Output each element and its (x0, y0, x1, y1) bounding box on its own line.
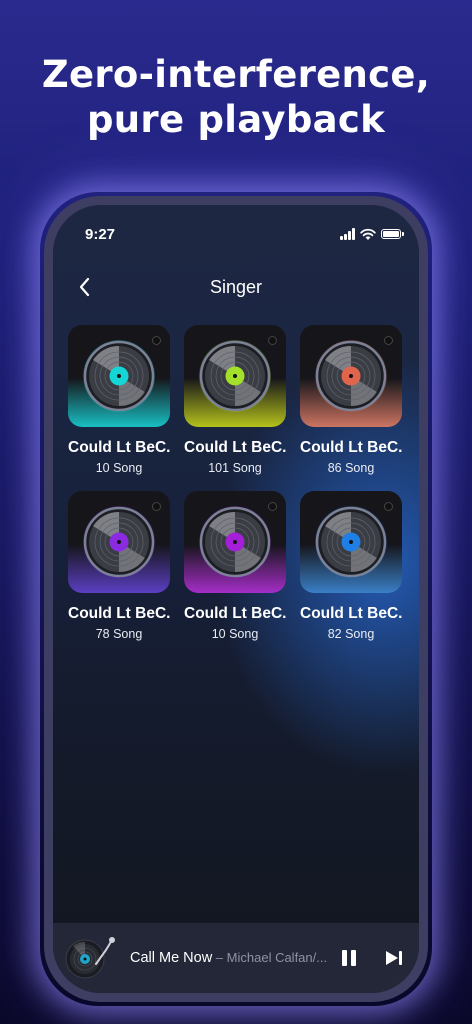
battery-icon (381, 229, 401, 239)
singer-song-count: 78 Song (95, 627, 143, 641)
singer-name: Could Lt BeC... (68, 605, 170, 622)
pause-icon[interactable] (340, 948, 358, 968)
promo-headline: Zero-interference, pure playback (0, 52, 472, 142)
headline-line-2: pure playback (86, 98, 386, 141)
singer-card[interactable]: Could Lt BeC... 78 Song (68, 491, 170, 641)
now-playing-artist: Michael Calfan/... (226, 950, 328, 965)
vinyl-record-icon (315, 506, 387, 578)
vinyl-record-icon (83, 340, 155, 412)
singer-cover (68, 325, 170, 427)
vinyl-record-icon (199, 506, 271, 578)
singer-cover (300, 325, 402, 427)
now-playing-separator: – (212, 950, 227, 965)
singer-card[interactable]: Could Lt BeC... 10 Song (184, 491, 286, 641)
battery-cap (402, 232, 404, 236)
singer-cover (68, 491, 170, 593)
singer-cover (184, 325, 286, 427)
headline-line-1: Zero-interference, (41, 53, 431, 96)
cellular-signal-icon (340, 228, 358, 240)
page-title: Singer (209, 277, 263, 297)
singer-card[interactable]: Could Lt BeC... 10 Song (68, 325, 170, 475)
now-playing-info[interactable]: Call Me Now – Michael Calfan/... (130, 949, 328, 967)
singer-song-count: 82 Song (327, 627, 375, 641)
singer-card[interactable]: Could Lt BeC... 101 Song (184, 325, 286, 475)
vinyl-record-icon (315, 340, 387, 412)
singer-song-count: 10 Song (95, 461, 143, 475)
status-bar: 9:27 (53, 205, 419, 255)
singer-card[interactable]: Could Lt BeC... 86 Song (300, 325, 402, 475)
singer-song-count: 10 Song (211, 627, 259, 641)
vinyl-record-icon (199, 340, 271, 412)
now-playing-title: Call Me Now (130, 950, 213, 966)
phone-screen: 9:27 Singer Could Lt BeC... 10 Song Could … (53, 205, 419, 993)
vinyl-record-icon (83, 506, 155, 578)
singer-song-count: 86 Song (327, 461, 375, 475)
singer-name: Could Lt BeC... (184, 605, 286, 622)
singer-cover (184, 491, 286, 593)
now-playing-disc-icon (65, 937, 115, 979)
wifi-icon (360, 228, 376, 240)
singer-name: Could Lt BeC... (184, 439, 286, 456)
status-time: 9:27 (85, 226, 116, 243)
singer-name: Could Lt BeC... (300, 439, 402, 456)
singer-name: Could Lt BeC... (68, 439, 170, 456)
now-playing-bar[interactable]: Call Me Now – Michael Calfan/... (53, 923, 419, 993)
singer-song-count: 101 Song (208, 461, 262, 475)
singer-name: Could Lt BeC... (300, 605, 402, 622)
singer-cover (300, 491, 402, 593)
phone-frame: 9:27 Singer Could Lt BeC... 10 Song Could … (44, 196, 428, 1002)
singer-card[interactable]: Could Lt BeC... 82 Song (300, 491, 402, 641)
skip-next-icon[interactable] (384, 949, 404, 967)
